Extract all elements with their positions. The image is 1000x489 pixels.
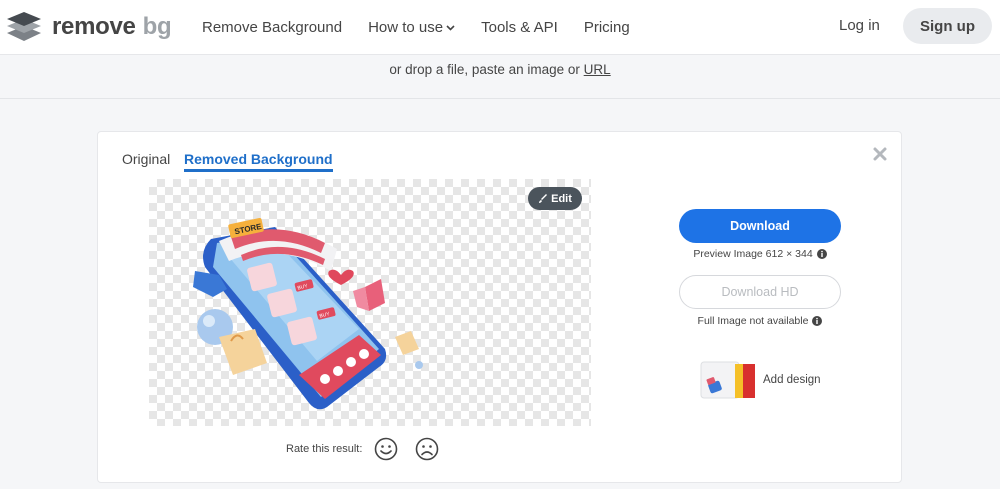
nav-how-to-use-label: How to use xyxy=(368,19,444,36)
close-icon[interactable] xyxy=(870,144,890,164)
drop-instructions: or drop a file, paste an image or URL xyxy=(0,62,1000,77)
nav-pricing-label: Pricing xyxy=(583,19,630,36)
logo-word-bg: bg xyxy=(142,13,172,40)
edit-button-label: Edit xyxy=(551,192,572,205)
upload-dropzone[interactable]: or drop a file, paste an image or URL xyxy=(0,56,1000,99)
drop-instructions-text: or drop a file, paste an image or xyxy=(389,62,584,77)
tab-removed-background[interactable]: Removed Background xyxy=(184,151,333,172)
preview-info: Preview Image 612 × 344 xyxy=(679,248,841,260)
removebg-logo[interactable]: remove bg xyxy=(6,11,172,43)
add-design-label: Add design xyxy=(763,374,821,386)
login-link[interactable]: Log in xyxy=(839,17,880,34)
result-preview: STORE BUY BUY Edit xyxy=(149,179,591,426)
nav-remove-background[interactable]: Remove Background xyxy=(202,19,342,36)
rate-label: Rate this result: xyxy=(286,443,363,455)
rating-row: Rate this result: xyxy=(286,437,456,461)
nav-tools-api-label: Tools & API xyxy=(481,19,558,36)
preview-info-text: Preview Image 612 × 344 xyxy=(693,248,813,260)
url-link[interactable]: URL xyxy=(584,62,611,77)
nav-tools-api[interactable]: Tools & API xyxy=(481,19,558,36)
add-design-button[interactable]: Add design xyxy=(699,360,821,400)
logo-wordmark: remove bg xyxy=(52,13,172,41)
brush-icon xyxy=(539,193,548,203)
tab-original[interactable]: Original xyxy=(122,151,170,167)
layered-diamond-logo-icon xyxy=(7,12,41,41)
design-thumbnail xyxy=(700,361,755,399)
nav-how-to-use[interactable]: How to use xyxy=(368,19,455,36)
signup-button[interactable]: Sign up xyxy=(903,8,992,44)
happy-face-icon[interactable] xyxy=(374,437,398,461)
sad-face-icon[interactable] xyxy=(415,437,439,461)
result-card: Original Removed Background STORE BUY BU… xyxy=(97,131,902,483)
nav-pricing[interactable]: Pricing xyxy=(584,19,630,36)
top-navbar: remove bg Remove Background How to use To… xyxy=(0,0,1000,55)
main-nav: Remove Background How to use Tools & API… xyxy=(202,0,656,55)
nav-remove-background-label: Remove Background xyxy=(202,19,343,36)
chevron-down-icon xyxy=(446,24,455,31)
logo-word-remove: remove xyxy=(52,13,136,40)
info-icon[interactable] xyxy=(816,249,827,259)
full-image-info: Full Image not available xyxy=(679,315,841,327)
info-icon[interactable] xyxy=(812,316,823,326)
full-image-info-text: Full Image not available xyxy=(697,315,809,327)
download-hd-button[interactable]: Download HD xyxy=(679,275,841,309)
download-button[interactable]: Download xyxy=(679,209,841,243)
edit-button[interactable]: Edit xyxy=(528,187,582,210)
phone-store-illustration: STORE BUY BUY xyxy=(193,217,423,410)
